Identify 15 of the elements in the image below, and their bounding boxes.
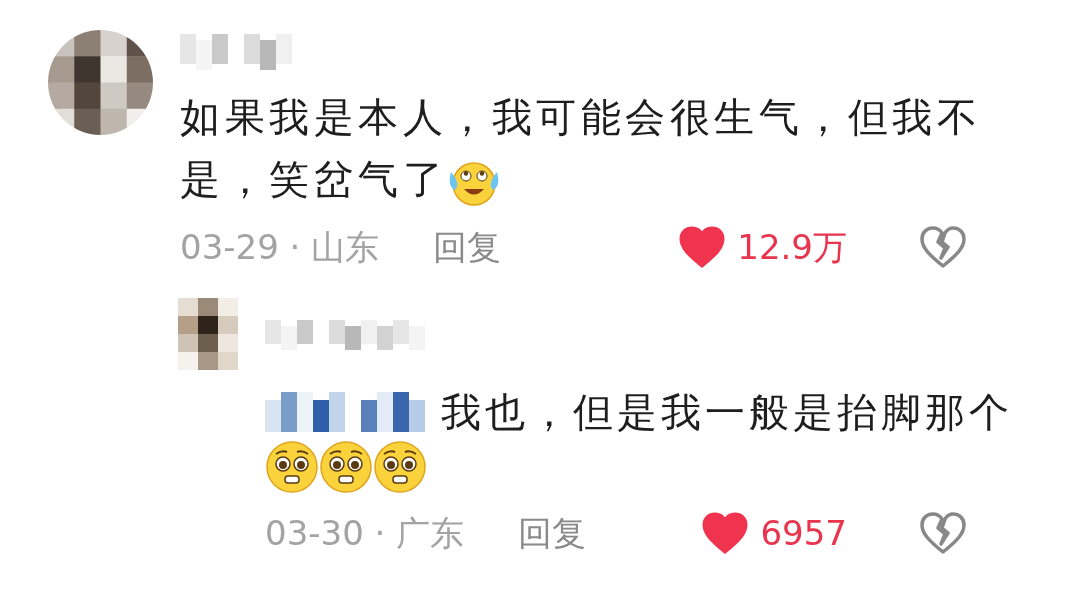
- reply-link[interactable]: 回复: [433, 221, 502, 273]
- comment-text: 如果我是本人，我可能会很生气，但我不是，笑岔气了: [180, 86, 1010, 210]
- broken-heart-icon[interactable]: [919, 226, 967, 268]
- reply-text: 我也，但是我一般是抬脚那个: [441, 388, 1013, 437]
- pleading-face-emoji-icon: [265, 440, 319, 494]
- pleading-face-emoji-icon: [319, 440, 373, 494]
- heart-icon[interactable]: [679, 226, 726, 268]
- pleading-face-emoji-icon: [373, 440, 427, 494]
- reply-link[interactable]: 回复: [518, 507, 587, 559]
- broken-heart-icon[interactable]: [919, 512, 967, 554]
- heart-icon[interactable]: [702, 512, 749, 554]
- comment-meta: 03-29 · 山东: [180, 225, 380, 269]
- like-count: 6957: [760, 511, 847, 555]
- comment-meta: 03-30 · 广东: [265, 511, 465, 555]
- like-count: 12.9万: [737, 225, 847, 269]
